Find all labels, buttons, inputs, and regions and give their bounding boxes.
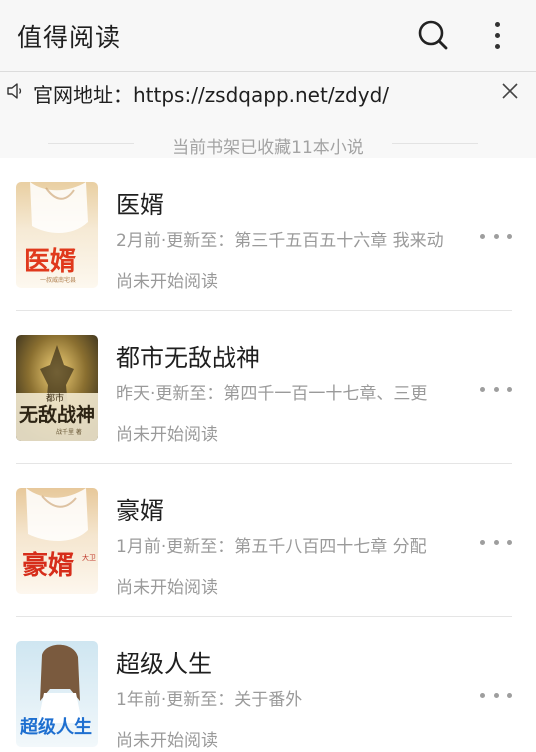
book-cover: 医婿 一叔威南宅县 — [16, 182, 98, 288]
app-title: 值得阅读 — [17, 23, 122, 52]
app-bar: 值得阅读 — [0, 0, 536, 72]
more-horiz-icon[interactable] — [478, 226, 514, 246]
book-list: 医婿 一叔威南宅县 医婿 2月前·更新至：第三千五百五十六章 我来动 尚未开始阅… — [0, 158, 536, 752]
more-horiz-icon[interactable] — [478, 532, 514, 552]
shelf-count-bar: 当前书架已收藏11本小说 — [0, 110, 536, 158]
cover-title-text: 豪婿 — [22, 550, 74, 581]
notice-bar: 官网地址：https://zsdqapp.net/zdyd/ — [0, 72, 536, 110]
shelf-count-text: 当前书架已收藏11本小说 — [172, 138, 364, 158]
speaker-icon — [6, 81, 24, 101]
book-item[interactable]: 豪婿 大卫 豪婿 1月前·更新至：第五千八百四十七章 分配 尚未开始阅读 — [0, 464, 536, 617]
book-cover: 超级人生 — [16, 641, 98, 747]
cover-subtitle-text: 大卫 — [82, 553, 96, 562]
cover-title-text: 无敌战神 — [19, 403, 95, 426]
book-item[interactable]: 超级人生 超级人生 1年前·更新至：关于番外 尚未开始阅读 — [0, 617, 536, 752]
cover-subtitle-text: 一叔威南宅县 — [40, 276, 76, 284]
book-cover: 豪婿 大卫 — [16, 488, 98, 594]
book-update: 1月前·更新至：第五千八百四十七章 分配 — [116, 537, 427, 557]
book-cover: 都市 无敌战神 战千里 著 — [16, 335, 98, 441]
book-read-status: 尚未开始阅读 — [116, 578, 218, 598]
book-update: 1年前·更新至：关于番外 — [116, 690, 303, 710]
book-read-status: 尚未开始阅读 — [116, 272, 218, 292]
book-read-status: 尚未开始阅读 — [116, 731, 218, 751]
book-title: 豪婿 — [116, 497, 164, 525]
book-read-status: 尚未开始阅读 — [116, 425, 218, 445]
book-update: 昨天·更新至：第四千一百一十七章、三更 — [116, 384, 428, 404]
book-item[interactable]: 医婿 一叔威南宅县 医婿 2月前·更新至：第三千五百五十六章 我来动 尚未开始阅… — [0, 158, 536, 311]
cover-title-text: 超级人生 — [20, 716, 92, 738]
close-icon[interactable] — [500, 81, 520, 101]
notice-text[interactable]: 官网地址：https://zsdqapp.net/zdyd/ — [33, 79, 389, 108]
book-update: 2月前·更新至：第三千五百五十六章 我来动 — [116, 231, 444, 251]
cover-title-text: 医婿 — [24, 247, 76, 277]
divider — [392, 143, 478, 144]
book-title: 都市无敌战神 — [116, 344, 260, 372]
more-horiz-icon[interactable] — [478, 685, 514, 705]
more-horiz-icon[interactable] — [478, 379, 514, 399]
more-vert-icon[interactable] — [484, 18, 510, 52]
cover-subtitle-text: 战千里 著 — [56, 428, 82, 436]
cover-top-text: 都市 — [46, 392, 64, 404]
book-item[interactable]: 都市 无敌战神 战千里 著 都市无敌战神 昨天·更新至：第四千一百一十七章、三更… — [0, 311, 536, 464]
book-title: 超级人生 — [116, 650, 212, 678]
book-title: 医婿 — [116, 191, 164, 219]
search-icon[interactable] — [416, 18, 450, 52]
